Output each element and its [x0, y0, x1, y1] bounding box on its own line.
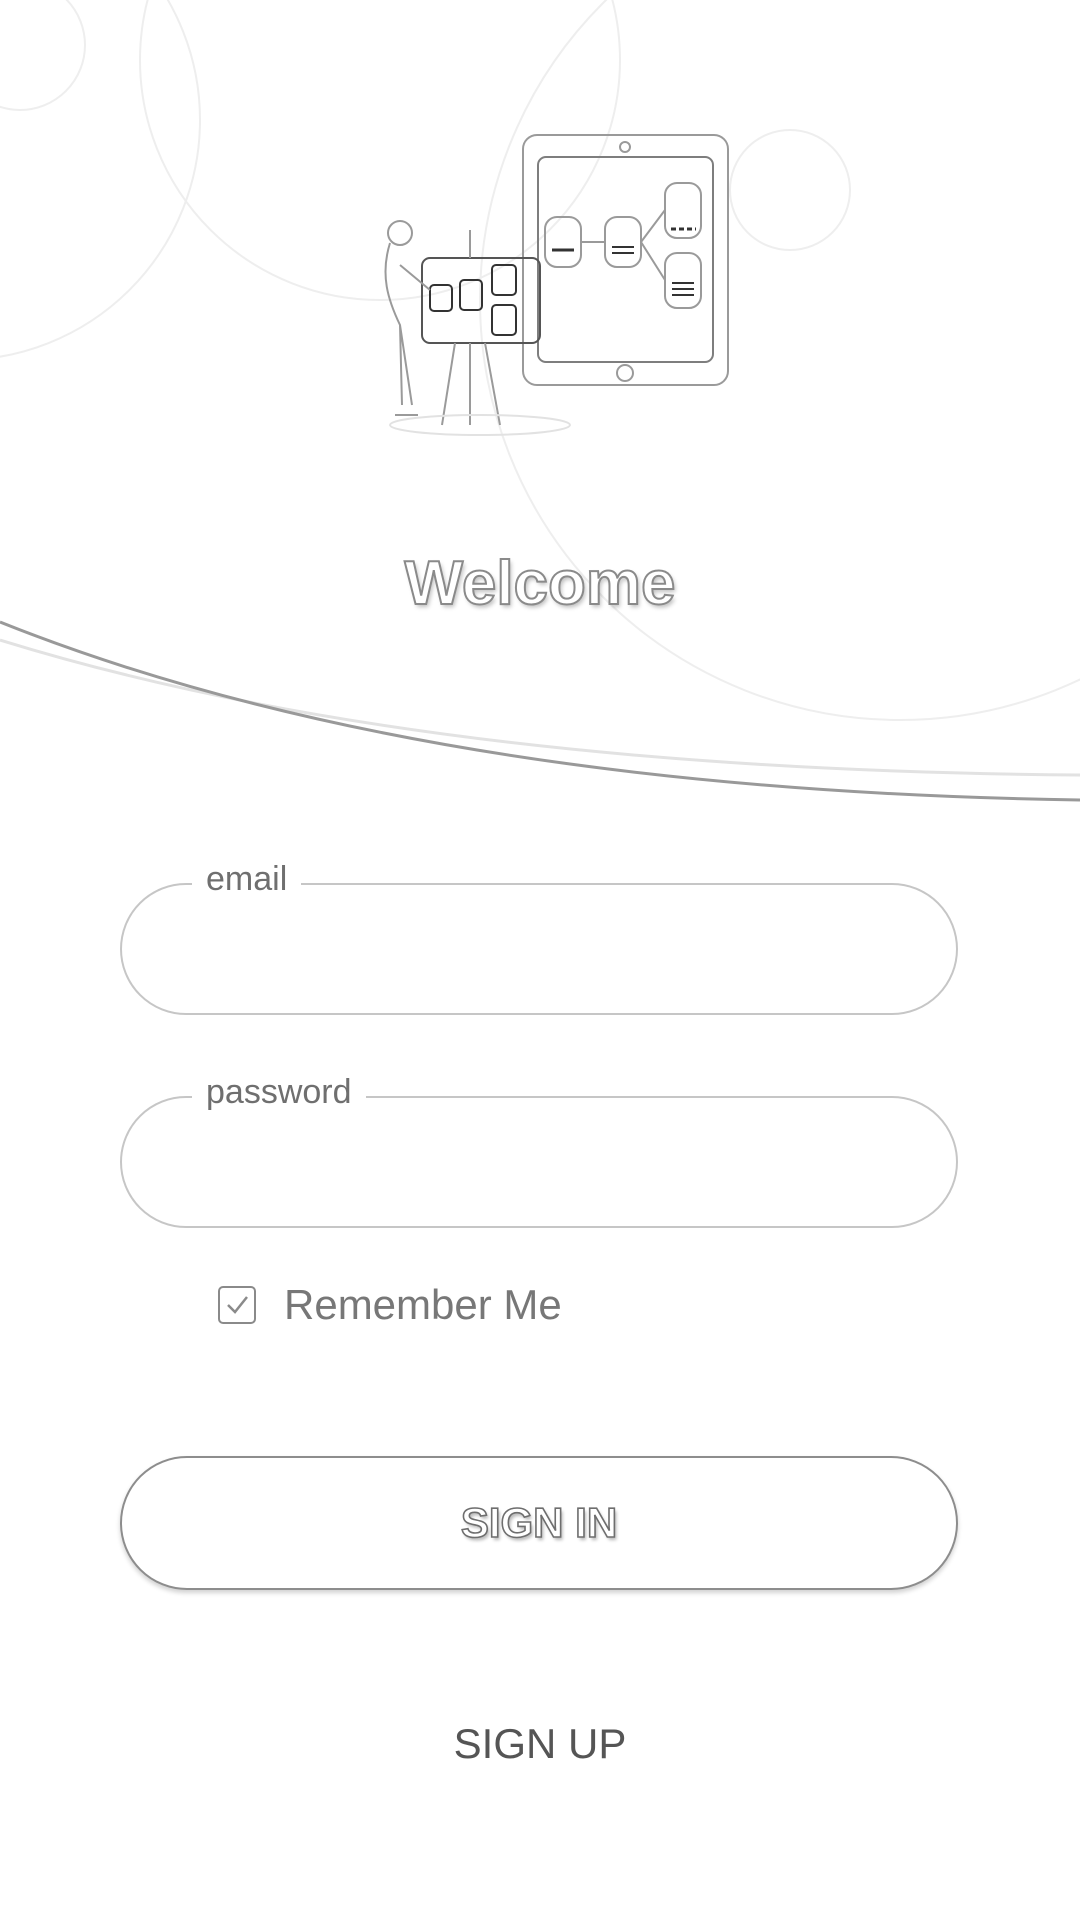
sign-in-label: SIGN IN	[460, 1498, 618, 1547]
sign-up-link[interactable]: SIGN UP	[0, 1720, 1080, 1768]
remember-me-row[interactable]: Remember Me	[218, 1281, 562, 1328]
password-label: password	[192, 1072, 366, 1112]
remember-me-label: Remember Me	[284, 1281, 562, 1328]
email-field[interactable]: email	[120, 859, 958, 1015]
password-input[interactable]	[182, 1128, 886, 1200]
email-label: email	[192, 859, 302, 899]
email-input[interactable]	[182, 915, 886, 987]
password-field[interactable]: password	[120, 1072, 958, 1228]
checkmark-icon	[227, 1296, 248, 1314]
welcome-title: Welcome	[403, 548, 676, 619]
woman-presenting-flowchart-illustration	[384, 134, 729, 436]
remember-me-checkbox[interactable]	[218, 1286, 256, 1324]
sign-in-button[interactable]: SIGN IN	[120, 1456, 958, 1590]
login-screen: Welcome email password Remember Me SIGN …	[0, 0, 1080, 1920]
